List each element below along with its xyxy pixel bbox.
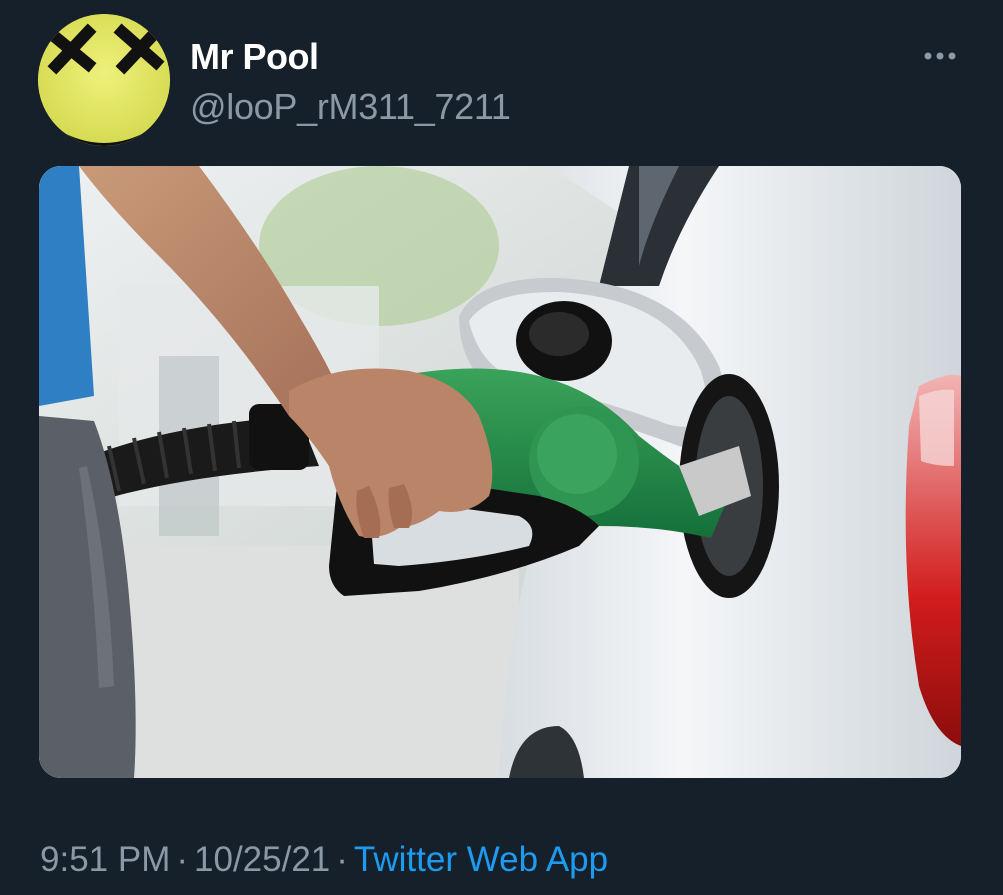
fuel-pump-photo: [39, 166, 961, 778]
tweet-time[interactable]: 9:51 PM: [40, 840, 170, 879]
avatar[interactable]: [38, 14, 170, 146]
display-name[interactable]: Mr Pool: [190, 36, 319, 78]
user-handle[interactable]: @looP_rM311_7211: [190, 86, 511, 128]
tweet-metadata: 9:51 PM · 10/25/21 · Twitter Web App: [40, 840, 608, 880]
tweet-date[interactable]: 10/25/21: [194, 840, 330, 879]
source-link[interactable]: Twitter Web App: [354, 840, 608, 879]
more-options-button[interactable]: [918, 36, 962, 76]
more-horizontal-icon: [924, 52, 956, 60]
yellow-smiley-x-eyes-icon: [38, 14, 170, 146]
meta-separator: ·: [336, 840, 348, 879]
meta-separator: ·: [176, 840, 189, 879]
tweet-photo[interactable]: [39, 166, 961, 778]
